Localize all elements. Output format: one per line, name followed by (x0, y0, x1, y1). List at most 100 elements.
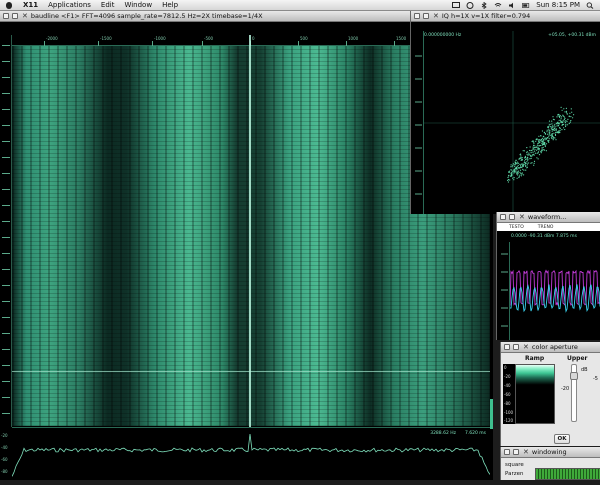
iq-point (551, 137, 553, 139)
ruler-label: -500 (204, 36, 214, 41)
close-button[interactable] (504, 344, 510, 350)
db-label: dB (581, 367, 588, 373)
close-button[interactable] (500, 214, 506, 220)
iq-point (520, 163, 523, 165)
time-scale-tick (2, 333, 10, 334)
spectrum-display[interactable]: 3288.62 Hz 7.620 ms (11, 427, 491, 480)
aperture-scale-label: -60 (504, 392, 511, 397)
spectrum-frequency-readout: 3288.62 Hz (430, 431, 456, 436)
iq-point (540, 144, 542, 147)
iq-point (544, 145, 546, 148)
iq-point (555, 139, 557, 141)
menu-help[interactable]: Help (157, 0, 183, 11)
iq-point (554, 137, 556, 139)
clock[interactable]: Sun 8:15 PM (536, 1, 580, 9)
ok-button[interactable]: OK (554, 434, 570, 444)
spotlight-icon[interactable] (586, 1, 594, 9)
time-cursor-line[interactable] (12, 371, 490, 372)
iq-point (531, 162, 533, 164)
window-option-parzen[interactable]: Parzen (505, 471, 523, 477)
apple-icon[interactable] (6, 1, 12, 9)
minimize-button[interactable] (513, 344, 519, 350)
iq-point (537, 158, 539, 160)
iq-point (543, 140, 545, 142)
iq-titlebar[interactable]: ✕ IQ h=1X v=1X filter=0.794 (411, 11, 600, 22)
iq-point (542, 146, 544, 148)
iq-point (533, 160, 536, 162)
menu-app-x11[interactable]: X11 (18, 0, 43, 11)
aperture-scale-label: -120 (504, 418, 514, 423)
iq-point (554, 127, 556, 129)
battery-icon[interactable] (522, 2, 530, 9)
iq-point (534, 148, 536, 150)
iq-point (531, 155, 533, 157)
time-scale[interactable] (0, 35, 12, 427)
waveform-titlebar[interactable]: ✕ waveform... (497, 212, 600, 223)
iq-scatter-plot[interactable] (423, 31, 600, 214)
close-button[interactable] (504, 449, 510, 455)
upper-slider-knob[interactable] (570, 372, 578, 380)
minimize-button[interactable] (12, 13, 18, 19)
iq-point (558, 125, 560, 127)
window-option-square[interactable]: square (505, 462, 524, 468)
iq-title: IQ h=1X v=1X filter=0.794 (441, 12, 531, 20)
iq-point (551, 133, 553, 135)
display-icon[interactable] (452, 1, 461, 9)
iq-point (510, 166, 512, 168)
aperture-titlebar[interactable]: ✕ color aperture (501, 342, 600, 353)
menu-window[interactable]: Window (119, 0, 157, 11)
iq-point (558, 131, 560, 134)
menu-edit[interactable]: Edit (96, 0, 120, 11)
iq-point (517, 164, 519, 167)
iq-point (526, 151, 528, 153)
close-button[interactable] (3, 13, 9, 19)
bluetooth-icon[interactable] (480, 1, 488, 9)
iq-window: ✕ IQ h=1X v=1X filter=0.794 0.000000000 … (410, 11, 600, 214)
iq-point (521, 172, 523, 174)
iq-point (515, 163, 517, 165)
iq-point (551, 126, 553, 128)
time-scale-tick (2, 109, 10, 110)
spectrum-scale-label: -20 (1, 433, 8, 438)
iq-point (518, 167, 521, 169)
minimize-button[interactable] (423, 13, 429, 19)
iq-point (517, 172, 519, 174)
iq-point (537, 151, 540, 153)
iq-point (564, 111, 566, 113)
iq-point (510, 164, 512, 166)
iq-point (556, 116, 558, 118)
iq-point (527, 154, 529, 156)
iq-point (537, 148, 540, 150)
iq-point (524, 160, 526, 162)
time-scale-tick (2, 349, 10, 350)
iq-point (558, 119, 560, 121)
iq-point (548, 124, 550, 126)
close-button[interactable] (414, 13, 420, 19)
scroll-indicator[interactable] (490, 399, 493, 429)
wifi-icon[interactable] (494, 2, 502, 9)
iq-scale (411, 31, 423, 214)
iq-point (552, 128, 554, 130)
iq-point (516, 173, 518, 175)
time-scale-tick (2, 141, 10, 142)
windowing-titlebar[interactable]: ✕ windowing (501, 447, 600, 458)
iq-point (516, 168, 518, 170)
time-scale-tick (2, 413, 10, 414)
iq-point (550, 136, 552, 138)
iq-point (560, 116, 562, 118)
iq-point (541, 149, 543, 151)
iq-point (546, 131, 548, 133)
iq-point (553, 129, 555, 131)
color-ramp[interactable] (515, 364, 555, 424)
iq-point (549, 126, 552, 128)
minimize-button[interactable] (509, 214, 515, 220)
iq-point (524, 163, 526, 165)
iq-point (548, 120, 551, 122)
minimize-button[interactable] (513, 449, 519, 455)
menu-applications[interactable]: Applications (43, 0, 96, 11)
timemachine-icon[interactable] (466, 1, 474, 9)
volume-icon[interactable] (508, 2, 516, 9)
ruler-label: -2000 (46, 36, 58, 41)
waveform-plot[interactable] (509, 242, 600, 340)
iq-point (536, 152, 538, 154)
